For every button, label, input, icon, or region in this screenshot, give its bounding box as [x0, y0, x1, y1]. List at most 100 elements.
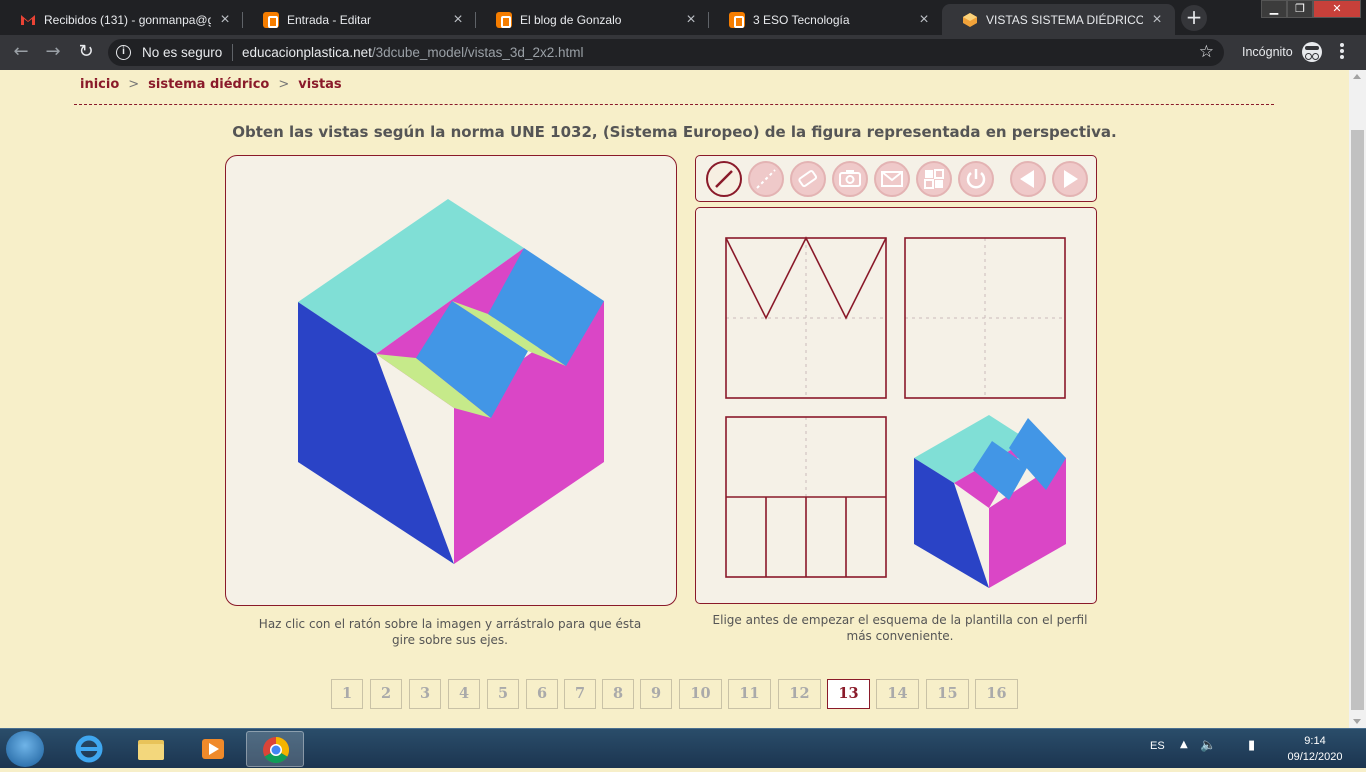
scroll-down-arrow-icon[interactable] [1353, 719, 1361, 724]
drawing-toolbar [695, 155, 1097, 202]
taskbar-chrome[interactable] [246, 731, 304, 767]
breadcrumb: inicio > sistema diédrico > vistas [80, 77, 342, 92]
page-5-button[interactable]: 5 [487, 679, 519, 709]
blogger-icon [496, 11, 512, 28]
folder-icon [138, 740, 164, 760]
tab-blog-gonzalo[interactable]: El blog de Gonzalo × [476, 4, 709, 35]
media-player-icon [202, 739, 224, 759]
security-status[interactable]: No es seguro [142, 45, 222, 60]
taskbar-explorer[interactable] [122, 731, 180, 767]
url-text[interactable]: educacionplastica.net/3dcube_model/vista… [242, 45, 583, 60]
views-template[interactable] [696, 208, 1098, 605]
tab-gmail[interactable]: Recibidos (131) - gonmanpa@g × [0, 4, 243, 35]
tab-3eso-tecnologia[interactable]: 3 ESO Tecnología × [709, 4, 942, 35]
power-tool-button[interactable] [958, 161, 994, 197]
browser-toolbar: ← → ↻ i No es seguro educacionplastica.n… [0, 35, 1366, 70]
page-4-button[interactable]: 4 [448, 679, 480, 709]
tab-vistas-sistema-diedrico[interactable]: VISTAS SISTEMA DIÉDRICO Nivel × [942, 4, 1175, 35]
page-6-button[interactable]: 6 [526, 679, 558, 709]
scroll-up-arrow-icon[interactable] [1353, 74, 1361, 79]
maximize-button[interactable]: ❐ [1287, 0, 1313, 18]
tab-title: Entrada - Editar [287, 12, 372, 27]
eraser-icon [798, 170, 818, 188]
taskbar-ie[interactable] [60, 731, 118, 767]
page-14-button[interactable]: 14 [876, 679, 919, 709]
page-instruction: Obten las vistas según la norma UNE 1032… [232, 123, 1117, 141]
mail-tool-button[interactable] [874, 161, 910, 197]
top-view[interactable] [725, 416, 887, 578]
forward-button[interactable]: → [42, 41, 64, 63]
incognito-label: Incógnito [1242, 45, 1293, 59]
model-3d-panel[interactable] [225, 155, 677, 606]
close-icon[interactable]: × [916, 11, 932, 29]
next-button[interactable] [1052, 161, 1088, 197]
page-8-button[interactable]: 8 [602, 679, 634, 709]
page-7-button[interactable]: 7 [564, 679, 596, 709]
gmail-icon [21, 14, 35, 25]
page-2-button[interactable]: 2 [370, 679, 402, 709]
back-button[interactable]: ← [10, 41, 32, 63]
dashed-divider [74, 104, 1274, 105]
language-indicator[interactable]: ES [1150, 740, 1165, 752]
scrollbar-thumb[interactable] [1351, 130, 1364, 710]
page-11-button[interactable]: 11 [728, 679, 771, 709]
dashed-line-tool-button[interactable] [748, 161, 784, 197]
close-icon[interactable]: × [217, 11, 233, 29]
line-tool-button[interactable] [706, 161, 742, 197]
start-button[interactable] [6, 731, 44, 767]
breadcrumb-vistas[interactable]: vistas [298, 77, 341, 92]
arrow-left-icon [1020, 170, 1034, 188]
cube-model-image[interactable] [226, 156, 678, 607]
reload-button[interactable]: ↻ [75, 41, 97, 63]
page-3-button[interactable]: 3 [409, 679, 441, 709]
tab-title: Recibidos (131) - gonmanpa@g [44, 12, 211, 27]
page-1-button[interactable]: 1 [331, 679, 363, 709]
line-icon [715, 170, 733, 188]
new-tab-button[interactable]: + [1181, 5, 1207, 31]
page-scrollbar[interactable] [1349, 70, 1366, 728]
template-caption: Elige antes de empezar el esquema de la … [712, 613, 1088, 643]
breadcrumb-sistema-diedrico[interactable]: sistema diédrico [148, 77, 269, 92]
browser-menu-icon[interactable] [1340, 43, 1346, 61]
minimize-button[interactable]: ▁ [1261, 0, 1287, 18]
browser-tab-strip: Recibidos (131) - gonmanpa@g × Entrada -… [0, 0, 1366, 35]
page-12-button[interactable]: 12 [778, 679, 821, 709]
close-icon[interactable]: × [683, 11, 699, 29]
clock-date: 09/12/2020 [1287, 751, 1343, 763]
close-icon[interactable]: × [450, 11, 466, 29]
cube-icon [963, 12, 977, 27]
volume-icon[interactable]: 🔈 [1200, 738, 1216, 753]
system-clock[interactable]: 9:14 09/12/2020 [1280, 733, 1350, 765]
breadcrumb-inicio[interactable]: inicio [80, 77, 119, 92]
tab-title: VISTAS SISTEMA DIÉDRICO Nivel [986, 12, 1143, 27]
front-view[interactable] [725, 236, 887, 399]
page-9-button[interactable]: 9 [640, 679, 672, 709]
tab-title: El blog de Gonzalo [520, 12, 622, 27]
bookmark-star-icon[interactable]: ☆ [1199, 42, 1214, 62]
close-icon[interactable]: × [1149, 11, 1165, 29]
cube-thumbnail [914, 415, 1066, 588]
window-close-button[interactable]: ✕ [1313, 0, 1361, 18]
page-13-button[interactable]: 13 [827, 679, 870, 709]
camera-tool-button[interactable] [832, 161, 868, 197]
tray-arrow-icon[interactable]: ▲ [1180, 739, 1188, 750]
tab-entrada-editar[interactable]: Entrada - Editar × [243, 4, 476, 35]
address-bar[interactable]: i No es seguro educacionplastica.net/3dc… [108, 39, 1224, 66]
info-icon[interactable]: i [116, 45, 131, 60]
network-icon[interactable]: ▮ [1248, 738, 1255, 753]
mail-icon [881, 171, 903, 187]
template-tool-button[interactable] [916, 161, 952, 197]
taskbar-media-player[interactable] [184, 731, 242, 767]
windows-taskbar: ES ▲ 🔈 ▮ 9:14 09/12/2020 [0, 728, 1366, 768]
previous-button[interactable] [1010, 161, 1046, 197]
page-16-button[interactable]: 16 [975, 679, 1018, 709]
camera-icon [839, 170, 861, 187]
eraser-tool-button[interactable] [790, 161, 826, 197]
incognito-icon[interactable] [1302, 42, 1322, 62]
side-view[interactable] [904, 237, 1066, 399]
page-15-button[interactable]: 15 [926, 679, 969, 709]
model-caption: Haz clic con el ratón sobre la imagen y … [258, 617, 642, 647]
views-drawing-panel[interactable] [695, 207, 1097, 604]
blogger-icon [263, 11, 279, 28]
page-10-button[interactable]: 10 [679, 679, 722, 709]
